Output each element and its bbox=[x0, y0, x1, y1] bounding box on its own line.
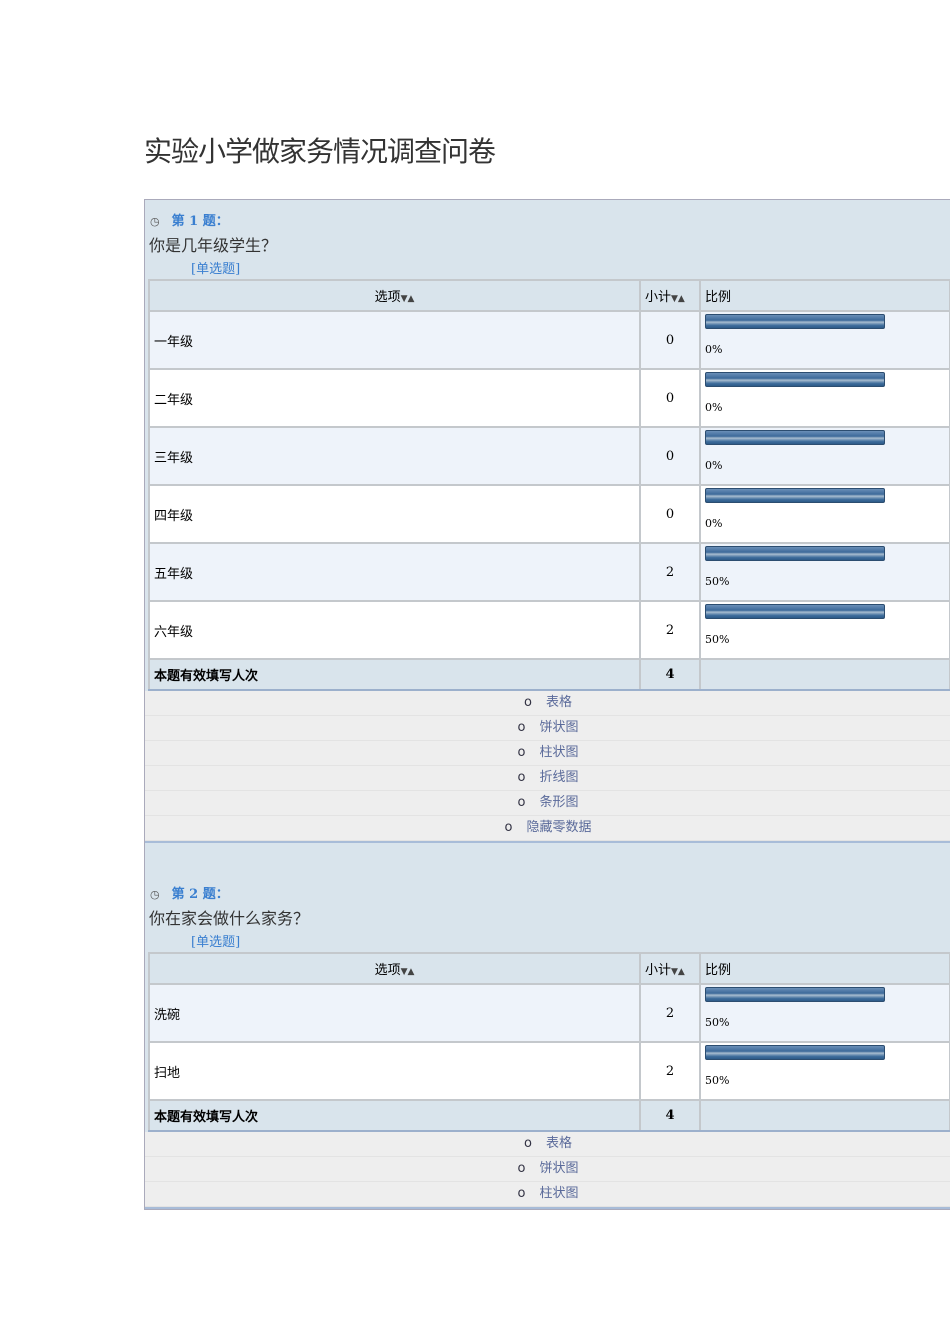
ratio-percent: 0% bbox=[705, 459, 723, 472]
ratio-bar bbox=[705, 430, 885, 445]
total-label: 本题有效填写人次 bbox=[148, 1099, 641, 1132]
table-row: 扫地 2 50% bbox=[148, 1041, 950, 1101]
question-header: ◷ 第 2 题： 你在家会做什么家务？ [单选题] bbox=[145, 873, 950, 952]
ratio-bar bbox=[705, 546, 885, 561]
total-row: 本题有效填写人次 4 bbox=[148, 658, 950, 691]
ratio-header: 比例 bbox=[699, 952, 950, 985]
ratio-percent: 0% bbox=[705, 401, 723, 414]
bullet-icon: o bbox=[517, 795, 526, 810]
page-title: 实验小学做家务情况调查问卷 bbox=[144, 135, 496, 168]
bullet-icon: o bbox=[517, 770, 526, 785]
total-row: 本题有效填写人次 4 bbox=[148, 1099, 950, 1132]
ratio-percent: 50% bbox=[705, 1074, 730, 1087]
option-label: 六年级 bbox=[148, 600, 641, 660]
sort-icon: ▼▲ bbox=[671, 294, 685, 304]
ratio-bar bbox=[705, 488, 885, 503]
bullet-icon: o bbox=[517, 1161, 526, 1176]
ratio-percent: 50% bbox=[705, 575, 730, 588]
bullet-icon: o bbox=[517, 1186, 526, 1201]
table-row: 四年级 0 0% bbox=[148, 484, 950, 544]
chart-option-link[interactable]: o 柱状图 bbox=[145, 741, 950, 766]
chart-option-link[interactable]: o 柱状图 bbox=[145, 1182, 950, 1207]
total-count: 4 bbox=[639, 1099, 701, 1132]
option-label: 五年级 bbox=[148, 542, 641, 602]
option-label: 洗碗 bbox=[148, 983, 641, 1043]
ratio-bar bbox=[705, 372, 885, 387]
survey-results: ◷ 第 1 题： 你是几年级学生？ [单选题] 选项▼▲ 小计▼▲ 比例 一年级 … bbox=[144, 199, 950, 1210]
ratio-percent: 50% bbox=[705, 633, 730, 646]
option-label: 三年级 bbox=[148, 426, 641, 486]
ratio-percent: 0% bbox=[705, 343, 723, 356]
table-row: 五年级 2 50% bbox=[148, 542, 950, 602]
chart-options: o 表格 o 饼状图 o 柱状图 bbox=[145, 1132, 950, 1209]
ratio-bar bbox=[705, 314, 885, 329]
sort-option-header[interactable]: 选项▼▲ bbox=[148, 952, 641, 985]
question-type: [单选题] bbox=[191, 935, 241, 950]
sort-icon: ▼▲ bbox=[400, 967, 415, 977]
clock-icon: ◷ bbox=[150, 215, 160, 228]
option-count: 0 bbox=[639, 310, 701, 370]
table-row: 六年级 2 50% bbox=[148, 600, 950, 660]
results-table: 选项▼▲ 小计▼▲ 比例 洗碗 2 50% 扫地 2 50% 本题有效填写人次 4 bbox=[148, 952, 950, 1132]
bullet-icon: o bbox=[517, 745, 526, 760]
option-label: 二年级 bbox=[148, 368, 641, 428]
option-label: 扫地 bbox=[148, 1041, 641, 1101]
option-label: 四年级 bbox=[148, 484, 641, 544]
ratio-bar bbox=[705, 1045, 885, 1060]
ratio-bar bbox=[705, 987, 885, 1002]
bullet-icon: o bbox=[504, 820, 513, 835]
option-count: 0 bbox=[639, 426, 701, 486]
sort-icon: ▼▲ bbox=[671, 967, 685, 977]
chart-option-link[interactable]: o 饼状图 bbox=[145, 1157, 950, 1182]
bullet-icon: o bbox=[517, 720, 526, 735]
question-number: 第 1 题： bbox=[171, 214, 229, 229]
question-text: 你在家会做什么家务？ bbox=[149, 909, 310, 928]
bullet-icon: o bbox=[524, 1136, 532, 1151]
chart-option-link[interactable]: o 条形图 bbox=[145, 791, 950, 816]
chart-option-link[interactable]: o 饼状图 bbox=[145, 716, 950, 741]
question-type: [单选题] bbox=[191, 262, 241, 277]
option-count: 2 bbox=[639, 1041, 701, 1101]
chart-option-link[interactable]: o 表格 bbox=[145, 1132, 950, 1157]
option-count: 2 bbox=[639, 983, 701, 1043]
table-row: 一年级 0 0% bbox=[148, 310, 950, 370]
option-count: 2 bbox=[639, 600, 701, 660]
bullet-icon: o bbox=[524, 695, 532, 710]
table-row: 二年级 0 0% bbox=[148, 368, 950, 428]
question-text: 你是几年级学生？ bbox=[149, 236, 278, 255]
question-header: ◷ 第 1 题： 你是几年级学生？ [单选题] bbox=[145, 200, 950, 279]
sort-count-header[interactable]: 小计▼▲ bbox=[639, 952, 701, 985]
sort-option-header[interactable]: 选项▼▲ bbox=[148, 279, 641, 312]
option-label: 一年级 bbox=[148, 310, 641, 370]
table-row: 洗碗 2 50% bbox=[148, 983, 950, 1043]
ratio-percent: 0% bbox=[705, 517, 723, 530]
ratio-header: 比例 bbox=[699, 279, 950, 312]
total-count: 4 bbox=[639, 658, 701, 691]
option-count: 2 bbox=[639, 542, 701, 602]
sort-icon: ▼▲ bbox=[400, 294, 415, 304]
question-number: 第 2 题： bbox=[171, 887, 229, 902]
chart-option-link[interactable]: o 折线图 bbox=[145, 766, 950, 791]
chart-option-link[interactable]: o 隐藏零数据 bbox=[145, 816, 950, 841]
clock-icon: ◷ bbox=[150, 888, 160, 901]
table-row: 三年级 0 0% bbox=[148, 426, 950, 486]
chart-options: o 表格 o 饼状图 o 柱状图 o 折线图 o 条形图 o 隐藏零数据 bbox=[145, 691, 950, 843]
option-count: 0 bbox=[639, 484, 701, 544]
ratio-percent: 50% bbox=[705, 1016, 730, 1029]
chart-option-link[interactable]: o 表格 bbox=[145, 691, 950, 716]
total-label: 本题有效填写人次 bbox=[148, 658, 641, 691]
results-table: 选项▼▲ 小计▼▲ 比例 一年级 0 0% 二年级 0 0% 三年级 0 0% … bbox=[148, 279, 950, 691]
option-count: 0 bbox=[639, 368, 701, 428]
sort-count-header[interactable]: 小计▼▲ bbox=[639, 279, 701, 312]
ratio-bar bbox=[705, 604, 885, 619]
